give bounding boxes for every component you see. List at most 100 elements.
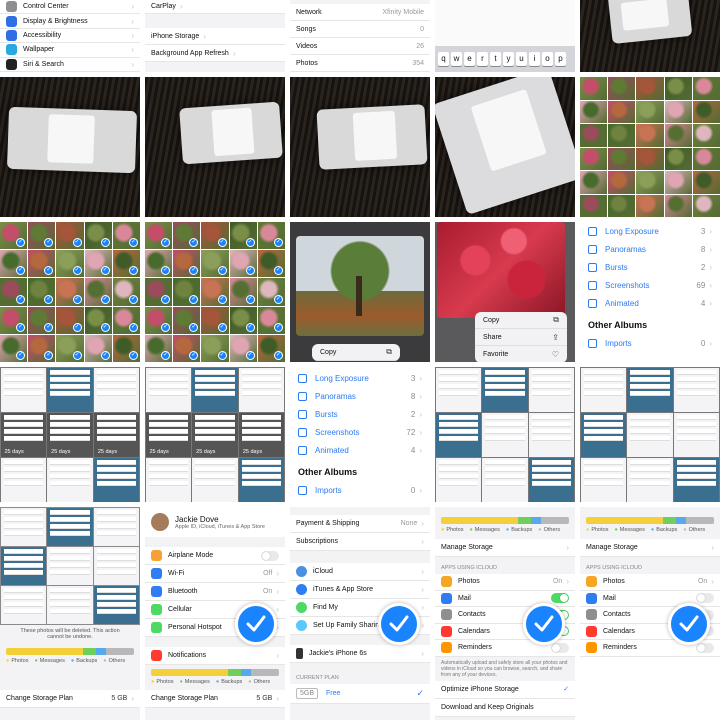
photo-thumbnail[interactable]: ✓ xyxy=(0,250,28,278)
notifications-row[interactable]: Notifications › xyxy=(145,647,285,665)
settings-row[interactable]: Airplane Mode xyxy=(145,547,285,565)
current-plan-row[interactable]: 5GB Free ✓ xyxy=(290,684,430,704)
photo-thumbnail[interactable]: ✓ xyxy=(28,306,56,334)
photo-thumbnail[interactable] xyxy=(608,171,636,194)
copy-menu-item[interactable]: Copy ⧉ xyxy=(475,312,567,329)
photo-thumbnail[interactable]: ✓ xyxy=(0,222,28,250)
photo-thumbnail[interactable] xyxy=(692,194,720,217)
screenshot-thumbnail[interactable]: 25 days xyxy=(47,412,93,457)
photo-thumbnail[interactable]: ✓ xyxy=(145,250,173,278)
album-row[interactable]: Animated 4 › xyxy=(580,294,720,312)
iphone-storage-row[interactable]: iPhone Storage › xyxy=(145,28,285,45)
screenshot-thumbnail[interactable] xyxy=(482,457,528,502)
photo-thumbnail[interactable]: ✓ xyxy=(0,278,28,306)
imports-row[interactable]: Imports 0 › xyxy=(580,334,720,352)
favorite-menu-item[interactable]: Favorite ♡ xyxy=(475,346,567,362)
screenshot-thumbnail[interactable] xyxy=(47,367,93,412)
album-row[interactable]: Screenshots 72 › xyxy=(290,423,430,441)
photo-thumbnail[interactable]: ✓ xyxy=(56,334,84,362)
change-plan-row[interactable]: Change Storage Plan 5 GB › xyxy=(145,690,285,708)
screenshot-thumbnail[interactable] xyxy=(0,546,47,586)
album-row[interactable]: Animated 4 › xyxy=(290,441,430,459)
photo-thumbnail[interactable] xyxy=(580,124,608,147)
photo-thumbnail[interactable] xyxy=(664,77,692,100)
app-toggle[interactable] xyxy=(696,593,714,604)
screenshot-thumbnail[interactable] xyxy=(47,507,93,546)
photo-thumbnail[interactable]: ✓ xyxy=(112,250,140,278)
background-refresh-row[interactable]: Background App Refresh › xyxy=(145,45,285,62)
icloud-app-row[interactable]: Reminders xyxy=(435,640,575,657)
photo-thumbnail[interactable] xyxy=(608,77,636,100)
photo-thumbnail[interactable] xyxy=(608,124,636,147)
photo-thumbnail[interactable]: ✓ xyxy=(201,250,229,278)
key-i[interactable]: i xyxy=(529,52,540,66)
screenshot-thumbnail[interactable] xyxy=(238,457,285,502)
photo-thumbnail[interactable]: ✓ xyxy=(28,250,56,278)
photo-thumbnail[interactable]: ✓ xyxy=(173,278,201,306)
screenshot-thumbnail[interactable] xyxy=(0,367,47,412)
key-p[interactable]: p xyxy=(555,52,566,66)
screenshot-thumbnail[interactable] xyxy=(673,412,720,457)
screenshot-thumbnail[interactable] xyxy=(435,457,482,502)
settings-row[interactable]: Display & Brightness › xyxy=(0,14,140,29)
screenshot-thumbnail[interactable]: 25 days xyxy=(192,412,238,457)
app-toggle[interactable] xyxy=(551,642,569,653)
screenshot-thumbnail[interactable] xyxy=(93,546,140,586)
screenshot-thumbnail[interactable] xyxy=(627,412,673,457)
account-row[interactable]: Subscriptions › xyxy=(290,533,430,551)
photo-thumbnail[interactable]: ✓ xyxy=(0,334,28,362)
photo-thumbnail[interactable]: ✓ xyxy=(56,222,84,250)
photo-thumbnail[interactable] xyxy=(636,100,664,123)
album-row[interactable]: Panoramas 8 › xyxy=(290,387,430,405)
share-menu-item[interactable]: Share ⇪ xyxy=(475,329,567,346)
key-w[interactable]: w xyxy=(451,52,462,66)
photo-thumbnail[interactable] xyxy=(608,100,636,123)
photo-thumbnail[interactable]: ✓ xyxy=(229,250,257,278)
photo-thumbnail[interactable]: ✓ xyxy=(145,278,173,306)
photo-thumbnail[interactable]: ✓ xyxy=(201,306,229,334)
imports-row[interactable]: Imports 0 › xyxy=(290,481,430,499)
screenshot-thumbnail[interactable] xyxy=(47,546,93,586)
photo-thumbnail[interactable]: ✓ xyxy=(145,334,173,362)
manage-storage-row[interactable]: Manage Storage › xyxy=(580,539,720,557)
settings-row[interactable]: Wi-Fi Off › xyxy=(145,565,285,583)
carplay-row[interactable]: CarPlay › xyxy=(145,0,285,14)
photo-thumbnail[interactable] xyxy=(580,77,608,100)
photo-thumbnail[interactable]: ✓ xyxy=(201,334,229,362)
photo-thumbnail[interactable] xyxy=(636,194,664,217)
change-plan-row[interactable]: Change Storage Plan 5 GB › xyxy=(0,690,140,708)
screenshot-thumbnail[interactable] xyxy=(192,457,238,502)
screenshot-thumbnail[interactable]: 25 days xyxy=(238,412,285,457)
photo-thumbnail[interactable] xyxy=(580,147,608,170)
key-u[interactable]: u xyxy=(516,52,527,66)
photo-thumbnail[interactable]: ✓ xyxy=(229,222,257,250)
screenshot-thumbnail[interactable] xyxy=(93,507,140,546)
photo-thumbnail[interactable]: ✓ xyxy=(28,278,56,306)
screenshot-thumbnail[interactable] xyxy=(47,457,93,502)
airplane-toggle[interactable] xyxy=(261,550,279,561)
key-y[interactable]: y xyxy=(503,52,514,66)
screenshot-thumbnail[interactable] xyxy=(580,412,627,457)
photo-thumbnail[interactable] xyxy=(692,100,720,123)
photo-thumbnail[interactable] xyxy=(608,147,636,170)
photo-thumbnail[interactable]: ✓ xyxy=(145,222,173,250)
album-row[interactable]: Bursts 2 › xyxy=(290,405,430,423)
photo-thumbnail[interactable]: ✓ xyxy=(229,334,257,362)
screenshot-thumbnail[interactable] xyxy=(192,367,238,412)
photo-thumbnail[interactable] xyxy=(636,124,664,147)
photo-thumbnail[interactable] xyxy=(692,147,720,170)
screenshot-thumbnail[interactable] xyxy=(93,457,140,502)
photo-thumbnail[interactable] xyxy=(664,124,692,147)
settings-row[interactable]: Siri & Search › xyxy=(0,57,140,72)
photo-thumbnail[interactable]: ✓ xyxy=(0,306,28,334)
photo-thumbnail[interactable]: ✓ xyxy=(257,222,285,250)
screenshot-thumbnail[interactable] xyxy=(673,367,720,412)
screenshot-thumbnail[interactable]: 25 days xyxy=(0,412,47,457)
photo-thumbnail[interactable]: ✓ xyxy=(173,250,201,278)
photo-thumbnail[interactable] xyxy=(580,194,608,217)
photo-thumbnail[interactable]: ✓ xyxy=(201,278,229,306)
photo-thumbnail[interactable]: ✓ xyxy=(173,306,201,334)
screenshot-thumbnail[interactable] xyxy=(528,367,575,412)
screenshot-thumbnail[interactable] xyxy=(528,457,575,502)
photo-thumbnail[interactable]: ✓ xyxy=(112,222,140,250)
